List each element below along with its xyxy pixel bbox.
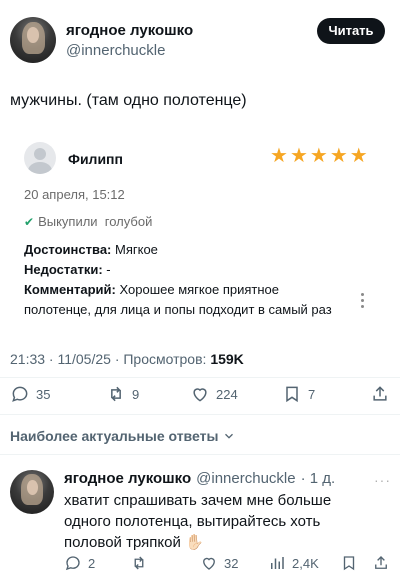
star-icon: ★ bbox=[289, 145, 308, 167]
bookmark-icon bbox=[343, 556, 355, 571]
reply-text-line: одного полотенца, вытирайтесь хоть bbox=[64, 513, 321, 530]
like-button[interactable]: 224 bbox=[190, 384, 238, 404]
review-line-value: Хорошее мягкое приятное bbox=[115, 282, 279, 297]
review-line-label: Достоинства: bbox=[24, 242, 112, 257]
reply-views-button[interactable]: 2,4K bbox=[268, 554, 319, 572]
comment-icon bbox=[65, 556, 80, 571]
purchase-status: ✔ Выкупили голубой bbox=[24, 214, 152, 229]
star-icon: ★ bbox=[329, 145, 348, 167]
star-icon: ★ bbox=[270, 145, 288, 167]
replies-sort-dropdown[interactable]: Наиболее актуальные ответы bbox=[10, 428, 236, 444]
view-count: 159K bbox=[210, 351, 244, 367]
replies-sort-label: Наиболее актуальные ответы bbox=[10, 428, 219, 444]
heart-icon bbox=[203, 557, 215, 570]
reviewer-avatar bbox=[24, 142, 56, 174]
check-icon: ✔ bbox=[24, 214, 35, 229]
hand-emoji: ✋🏻 bbox=[185, 534, 204, 551]
star-icon: ★ bbox=[349, 145, 368, 167]
reply-button[interactable]: 35 bbox=[10, 384, 50, 404]
retweet-button[interactable]: 9 bbox=[106, 384, 139, 404]
reply-text-line: половой тряпкой bbox=[64, 534, 181, 551]
reply-retweet-button[interactable] bbox=[130, 554, 148, 572]
reply-author-handle[interactable]: @innerchuckle bbox=[196, 470, 295, 487]
retweet-icon bbox=[134, 556, 144, 570]
comment-icon bbox=[12, 386, 28, 402]
review-line: Комментарий: Хорошее мягкое приятное bbox=[24, 280, 364, 300]
review-date: 20 апреля, 15:12 bbox=[24, 187, 125, 202]
like-count: 224 bbox=[216, 386, 238, 402]
reply-reply-count: 2 bbox=[88, 555, 96, 571]
retweet-count: 9 bbox=[132, 386, 140, 402]
reply-author-avatar[interactable] bbox=[10, 470, 54, 514]
review-comment-continuation: полотенце, для лица и попы подходит в са… bbox=[24, 302, 332, 317]
chevron-down-icon bbox=[225, 433, 234, 439]
reply-share-button[interactable] bbox=[372, 554, 390, 572]
review-line-value: - bbox=[102, 262, 111, 277]
author-name[interactable]: ягодное лукошко bbox=[66, 22, 193, 39]
review-card: Филипп ★ ★ ★ ★ ★ 20 апреля, 15:12 ✔ Выкупили… bbox=[0, 130, 400, 330]
divider bbox=[0, 377, 400, 378]
bookmark-count: 7 bbox=[308, 386, 316, 402]
reply-author-name[interactable]: ягодное лукошко bbox=[64, 470, 191, 487]
reply-like-button[interactable]: 32 bbox=[200, 554, 238, 572]
bookmark-button[interactable]: 7 bbox=[282, 384, 315, 404]
retweet-icon bbox=[111, 386, 121, 402]
tweet-meta: 21:33 · 11/05/25 · Просмотров: 159K bbox=[10, 351, 244, 367]
share-icon bbox=[375, 556, 387, 569]
share-button[interactable] bbox=[370, 384, 390, 404]
divider bbox=[0, 454, 400, 455]
tweet-text: мужчины. (там одно полотенце) bbox=[10, 92, 247, 109]
more-vertical-icon[interactable] bbox=[359, 293, 365, 308]
review-line: Достоинства: Мягкое bbox=[24, 240, 364, 260]
reply-view-count: 2,4K bbox=[292, 555, 319, 571]
star-icon: ★ bbox=[309, 145, 328, 167]
reply-like-count: 32 bbox=[224, 555, 239, 571]
reply-reply-button[interactable]: 2 bbox=[64, 554, 95, 572]
review-line-label: Комментарий: bbox=[24, 282, 116, 297]
reviewer-name: Филипп bbox=[68, 151, 123, 167]
reply-bookmark-button[interactable] bbox=[340, 554, 358, 572]
bookmark-icon bbox=[286, 386, 298, 403]
review-body: Достоинства: Мягкое Недостатки: - Коммента… bbox=[24, 240, 364, 300]
rating-stars: ★ ★ ★ ★ ★ bbox=[270, 146, 368, 166]
review-line-value: Мягкое bbox=[111, 242, 158, 257]
heart-icon bbox=[193, 388, 207, 402]
author-avatar[interactable] bbox=[10, 17, 56, 63]
review-line-label: Недостатки: bbox=[24, 262, 103, 277]
author-handle[interactable]: @innerchuckle bbox=[66, 42, 165, 59]
share-icon bbox=[373, 386, 387, 401]
purchase-status-text: Выкупили голубой bbox=[38, 214, 153, 229]
reply-count: 35 bbox=[36, 386, 51, 402]
reply-more-icon[interactable]: ··· bbox=[374, 472, 391, 488]
divider bbox=[0, 414, 400, 415]
reply-age: · 1 д. bbox=[300, 470, 336, 487]
follow-button[interactable]: Читать bbox=[317, 18, 385, 44]
reply-text: хватит спрашивать зачем мне больше одног… bbox=[64, 490, 384, 553]
tweet-timestamp[interactable]: 21:33 · 11/05/25 · Просмотров: bbox=[10, 351, 210, 367]
bar-chart-icon bbox=[271, 557, 284, 569]
review-line: Недостатки: - bbox=[24, 260, 364, 280]
reply-header: ягодное лукошко @innerchuckle · 1 д. bbox=[64, 470, 335, 487]
reply-text-line: хватит спрашивать зачем мне больше bbox=[64, 492, 332, 509]
